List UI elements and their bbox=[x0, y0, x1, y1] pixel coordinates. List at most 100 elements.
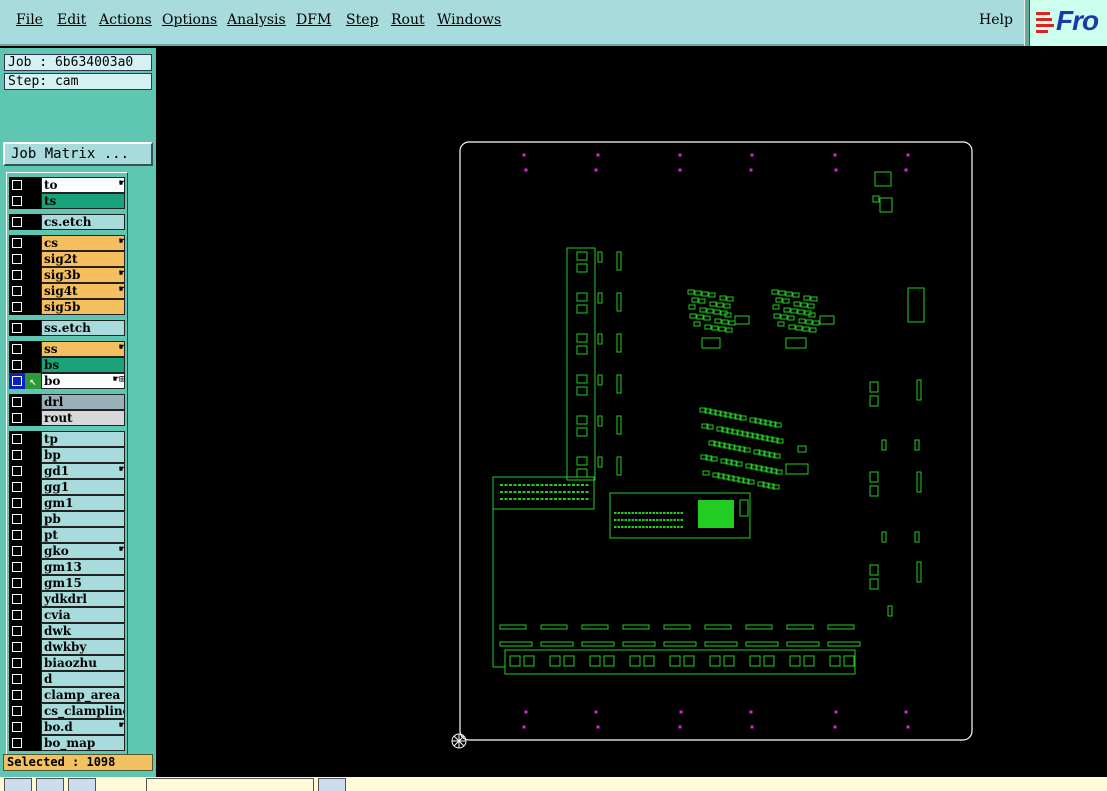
menu-options[interactable]: Options bbox=[162, 12, 217, 28]
layer-row-ydkdrl[interactable]: ydkdrl bbox=[9, 591, 127, 607]
layer-affected-toggle[interactable] bbox=[25, 267, 41, 283]
layer-row-sig3b[interactable]: sig3b ☛ bbox=[9, 267, 127, 283]
layer-row-ss[interactable]: ss ☛ bbox=[9, 341, 127, 357]
layer-display-checkbox[interactable] bbox=[9, 655, 25, 671]
layer-name[interactable]: gm15 bbox=[41, 575, 125, 591]
layer-affected-toggle[interactable] bbox=[25, 575, 41, 591]
layer-row-gg1[interactable]: gg1 bbox=[9, 479, 127, 495]
layer-affected-toggle[interactable] bbox=[25, 495, 41, 511]
layer-name[interactable]: cs_clampline bbox=[41, 703, 125, 719]
layer-name[interactable]: pt bbox=[41, 527, 125, 543]
layer-affected-toggle[interactable] bbox=[25, 559, 41, 575]
layer-row-d[interactable]: d bbox=[9, 671, 127, 687]
layer-affected-toggle[interactable] bbox=[25, 623, 41, 639]
layer-row-tp[interactable]: tp bbox=[9, 431, 127, 447]
layer-affected-toggle[interactable] bbox=[25, 735, 41, 751]
status-button-3[interactable] bbox=[68, 778, 96, 791]
layer-name[interactable]: drl bbox=[41, 394, 125, 410]
layer-affected-toggle[interactable] bbox=[25, 687, 41, 703]
layer-affected-toggle[interactable] bbox=[25, 251, 41, 267]
layer-row-cvia[interactable]: cvia bbox=[9, 607, 127, 623]
layer-row-ss-etch[interactable]: ss.etch bbox=[9, 320, 127, 336]
layer-affected-toggle[interactable] bbox=[25, 283, 41, 299]
layer-row-bo-d[interactable]: bo.d ☛ bbox=[9, 719, 127, 735]
layer-display-checkbox[interactable] bbox=[9, 463, 25, 479]
layer-name[interactable]: sig5b bbox=[41, 299, 125, 315]
layer-affected-toggle[interactable] bbox=[25, 655, 41, 671]
layer-affected-toggle[interactable] bbox=[25, 214, 41, 230]
layer-affected-toggle[interactable] bbox=[25, 639, 41, 655]
layer-display-checkbox[interactable] bbox=[9, 639, 25, 655]
layer-name[interactable]: pb bbox=[41, 511, 125, 527]
layer-name[interactable]: gd1 bbox=[41, 463, 125, 479]
layer-name[interactable]: bp bbox=[41, 447, 125, 463]
layer-name[interactable]: clamp_area bbox=[41, 687, 125, 703]
layer-affected-toggle[interactable] bbox=[25, 394, 41, 410]
layer-affected-toggle[interactable] bbox=[25, 235, 41, 251]
layer-display-checkbox[interactable] bbox=[9, 431, 25, 447]
layer-display-checkbox[interactable] bbox=[9, 320, 25, 336]
layer-row-pt[interactable]: pt bbox=[9, 527, 127, 543]
layer-row-ts[interactable]: ts bbox=[9, 193, 127, 209]
menu-step[interactable]: Step bbox=[346, 12, 378, 28]
layer-display-checkbox[interactable] bbox=[9, 687, 25, 703]
layer-name[interactable]: rout bbox=[41, 410, 125, 426]
status-button-4[interactable] bbox=[318, 778, 346, 791]
layer-name[interactable]: gg1 bbox=[41, 479, 125, 495]
layer-name[interactable]: cs bbox=[41, 235, 125, 251]
affected-arrow-icon[interactable]: ↖ bbox=[25, 373, 41, 389]
menu-file[interactable]: File bbox=[16, 12, 43, 28]
layer-row-bo-map[interactable]: bo_map bbox=[9, 735, 127, 751]
layer-row-gd1[interactable]: gd1 ☛ bbox=[9, 463, 127, 479]
layer-display-checkbox[interactable] bbox=[9, 607, 25, 623]
layer-row-bs[interactable]: bs bbox=[9, 357, 127, 373]
layer-display-checkbox[interactable] bbox=[9, 575, 25, 591]
layer-name[interactable]: ss.etch bbox=[41, 320, 125, 336]
layer-name[interactable]: bs bbox=[41, 357, 125, 373]
layer-affected-toggle[interactable] bbox=[25, 591, 41, 607]
menu-windows[interactable]: Windows bbox=[437, 12, 501, 28]
layer-affected-toggle[interactable] bbox=[25, 479, 41, 495]
layer-affected-toggle[interactable] bbox=[25, 511, 41, 527]
layer-name[interactable]: to bbox=[41, 177, 125, 193]
layer-display-checkbox[interactable] bbox=[9, 447, 25, 463]
layer-display-checkbox[interactable] bbox=[9, 623, 25, 639]
layer-row-bo[interactable]: ↖ bo ☛⊞ bbox=[9, 373, 127, 389]
board-view[interactable] bbox=[156, 48, 1107, 777]
layer-affected-toggle[interactable] bbox=[25, 607, 41, 623]
layer-name[interactable]: tp bbox=[41, 431, 125, 447]
menu-rout[interactable]: Rout bbox=[391, 12, 425, 28]
layer-row-cs[interactable]: cs ☛ bbox=[9, 235, 127, 251]
layer-display-checkbox[interactable] bbox=[9, 341, 25, 357]
layer-row-pb[interactable]: pb bbox=[9, 511, 127, 527]
layer-display-checkbox[interactable] bbox=[9, 527, 25, 543]
layer-name[interactable]: gko bbox=[41, 543, 125, 559]
layer-affected-toggle[interactable] bbox=[25, 447, 41, 463]
layer-affected-toggle[interactable] bbox=[25, 341, 41, 357]
status-field[interactable] bbox=[146, 778, 314, 791]
layer-display-checkbox[interactable] bbox=[9, 410, 25, 426]
layer-name[interactable]: sig2t bbox=[41, 251, 125, 267]
layer-name[interactable]: d bbox=[41, 671, 125, 687]
layer-affected-toggle[interactable] bbox=[25, 527, 41, 543]
layer-row-dwk[interactable]: dwk bbox=[9, 623, 127, 639]
layer-display-checkbox[interactable] bbox=[9, 373, 25, 389]
layer-display-checkbox[interactable] bbox=[9, 511, 25, 527]
layer-affected-toggle[interactable] bbox=[25, 703, 41, 719]
menu-actions[interactable]: Actions bbox=[99, 12, 152, 28]
layer-display-checkbox[interactable] bbox=[9, 214, 25, 230]
layer-name[interactable]: sig4t bbox=[41, 283, 125, 299]
layer-affected-toggle[interactable] bbox=[25, 463, 41, 479]
layer-display-checkbox[interactable] bbox=[9, 735, 25, 751]
layer-affected-toggle[interactable] bbox=[25, 719, 41, 735]
layer-affected-toggle[interactable] bbox=[25, 299, 41, 315]
layer-display-checkbox[interactable] bbox=[9, 357, 25, 373]
layer-name[interactable]: cvia bbox=[41, 607, 125, 623]
layer-row-sig5b[interactable]: sig5b bbox=[9, 299, 127, 315]
layer-row-rout[interactable]: rout bbox=[9, 410, 127, 426]
menu-analysis[interactable]: Analysis bbox=[227, 12, 286, 28]
layer-display-checkbox[interactable] bbox=[9, 283, 25, 299]
layer-display-checkbox[interactable] bbox=[9, 251, 25, 267]
layer-display-checkbox[interactable] bbox=[9, 495, 25, 511]
layer-row-gm13[interactable]: gm13 bbox=[9, 559, 127, 575]
